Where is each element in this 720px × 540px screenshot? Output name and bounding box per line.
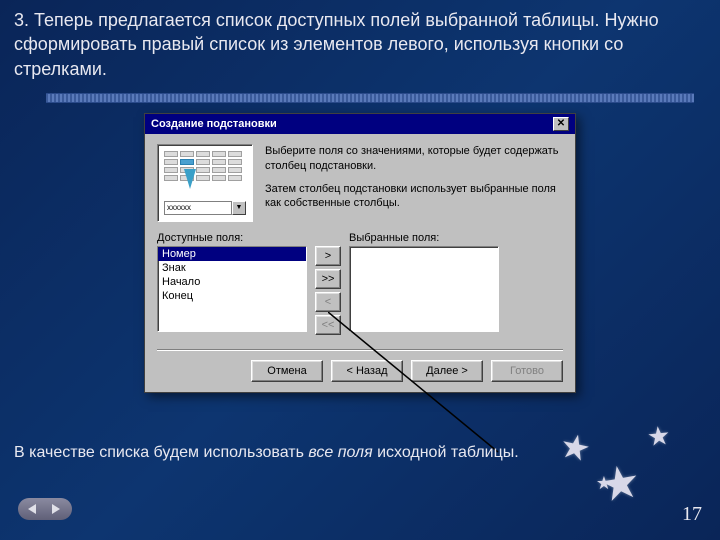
down-arrow-icon <box>184 169 196 189</box>
available-fields-listbox[interactable]: Номер Знак Начало Конец <box>157 246 307 332</box>
available-fields-label: Доступные поля: <box>157 232 307 244</box>
back-button[interactable]: < Назад <box>331 360 403 382</box>
slide-nav <box>18 498 72 520</box>
divider <box>46 93 694 103</box>
remove-all-button[interactable]: << <box>315 315 341 335</box>
star-icon: ★ <box>556 425 594 470</box>
list-item[interactable]: Конец <box>158 289 306 303</box>
cancel-button[interactable]: Отмена <box>251 360 323 382</box>
title-bar: Создание подстановки ✕ <box>145 114 575 134</box>
bottom-caption: В качестве списка будем использовать все… <box>14 444 519 462</box>
finish-button: Готово <box>491 360 563 382</box>
next-slide-button[interactable] <box>48 502 64 516</box>
page-number: 17 <box>682 503 702 526</box>
selected-fields-label: Выбранные поля: <box>349 232 499 244</box>
star-icon: ★ <box>645 420 671 453</box>
star-icon: ★ <box>596 473 612 494</box>
preview-combo-value: xxxxxx <box>164 201 232 215</box>
list-item[interactable]: Номер <box>158 247 306 261</box>
add-all-button[interactable]: >> <box>315 269 341 289</box>
remove-button[interactable]: < <box>315 292 341 312</box>
list-item[interactable]: Знак <box>158 261 306 275</box>
slide-instruction-text: 3. Теперь предлагается список доступных … <box>0 0 720 87</box>
list-item[interactable]: Начало <box>158 275 306 289</box>
add-button[interactable]: > <box>315 246 341 266</box>
dialog-title: Создание подстановки <box>151 118 277 130</box>
selected-fields-listbox[interactable] <box>349 246 499 332</box>
close-button[interactable]: ✕ <box>553 117 569 131</box>
lookup-wizard-dialog: Создание подстановки ✕ xxxxxx ▼ <box>144 113 576 393</box>
preview-image: xxxxxx ▼ <box>157 144 253 222</box>
prev-slide-button[interactable] <box>26 502 42 516</box>
wizard-instructions: Выберите поля со значениями, которые буд… <box>265 144 563 222</box>
next-button[interactable]: Далее > <box>411 360 483 382</box>
chevron-down-icon: ▼ <box>232 201 246 215</box>
